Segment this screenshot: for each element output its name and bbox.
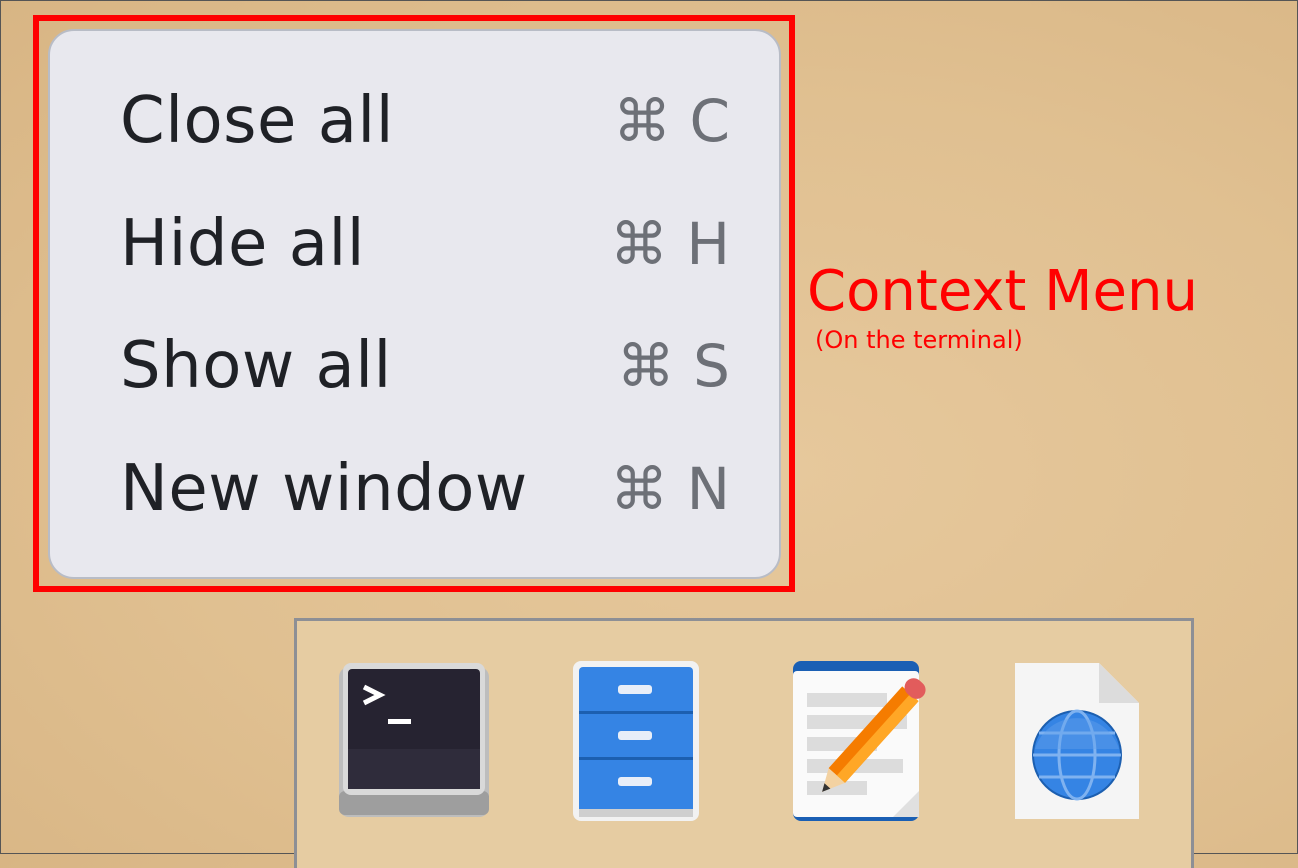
context-menu: Close all ⌘ C Hide all ⌘ H Show all ⌘ S … (48, 29, 781, 579)
menu-item-label: New window (120, 452, 528, 526)
dock-app-text-editor[interactable] (791, 659, 941, 827)
menu-item-shortcut: ⌘ S (616, 332, 730, 400)
terminal-icon (339, 663, 489, 817)
file-manager-icon (573, 661, 699, 821)
menu-item-hide-all[interactable]: Hide all ⌘ H (120, 204, 730, 284)
menu-item-shortcut: ⌘ N (610, 455, 730, 523)
menu-item-label: Close all (120, 84, 394, 158)
menu-item-label: Show all (120, 329, 392, 403)
menu-item-shortcut: ⌘ H (609, 210, 730, 278)
web-browser-icon (1015, 663, 1139, 819)
menu-item-shortcut: ⌘ C (613, 87, 730, 155)
menu-item-label: Hide all (120, 207, 366, 281)
dock-app-terminal[interactable] (337, 661, 491, 821)
dock (294, 618, 1194, 868)
menu-item-show-all[interactable]: Show all ⌘ S (120, 326, 730, 406)
dock-app-files[interactable] (571, 659, 701, 827)
annotation-title: Context Menu (807, 259, 1198, 324)
dock-app-web-browser[interactable] (1011, 659, 1141, 827)
menu-item-close-all[interactable]: Close all ⌘ C (120, 81, 730, 161)
text-editor-icon (793, 661, 926, 821)
menu-item-new-window[interactable]: New window ⌘ N (120, 449, 730, 529)
annotation-subtitle: (On the terminal) (815, 326, 1023, 354)
